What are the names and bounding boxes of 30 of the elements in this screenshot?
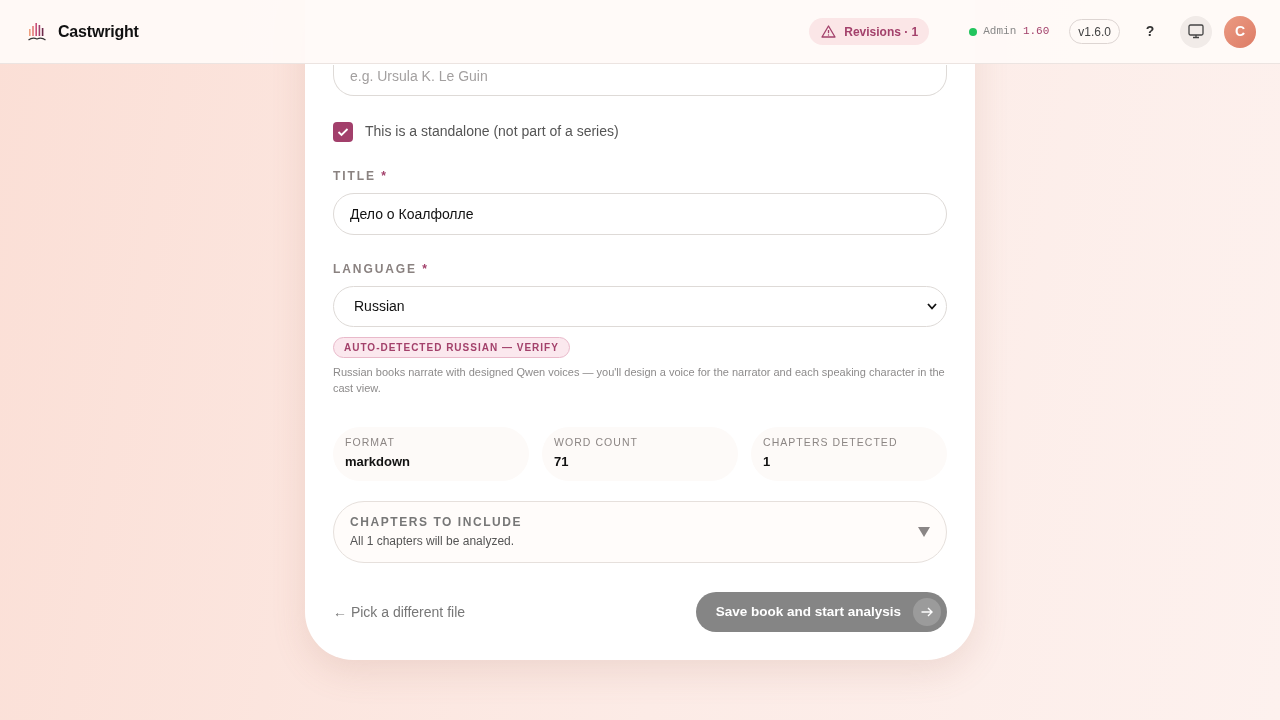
chevron-down-icon — [927, 303, 937, 310]
chapters-heading: CHAPTERS TO INCLUDE — [350, 515, 524, 530]
field-label: LANGUAGE * — [333, 262, 430, 276]
stat-value: 1 — [763, 454, 772, 470]
stat-label: CHAPTERS DETECTED — [763, 436, 899, 449]
logo-icon — [28, 22, 46, 41]
checkbox[interactable] — [333, 121, 353, 142]
chapters-summary: All 1 chapters will be analyzed. — [350, 534, 516, 549]
arrow-right-icon — [913, 598, 941, 626]
stat-value: 71 — [554, 454, 570, 470]
monitor-icon — [1188, 24, 1204, 39]
revisions-button[interactable]: Revisions · 1 — [809, 18, 930, 45]
display-button[interactable] — [1180, 15, 1212, 48]
chapters-panel[interactable]: CHAPTERS TO INCLUDE All 1 chapters will be analyzed. — [333, 501, 947, 563]
detected-language-badge: AUTO-DETECTED RUSSIAN — VERIFY — [333, 337, 570, 358]
check-icon — [337, 126, 349, 137]
author-field[interactable]: e.g. Ursula K. Le Guin — [333, 65, 947, 96]
help-button[interactable]: ? — [1139, 21, 1161, 42]
status-text: Admin 1.60 — [983, 24, 1050, 40]
language-select[interactable]: Russian — [333, 286, 947, 327]
checkbox-label: This is a standalone (not part of a series) — [365, 122, 619, 141]
field-label: TITLE * — [333, 169, 389, 183]
stat-value: markdown — [345, 454, 411, 470]
back-link[interactable]: ← Pick a different file — [333, 601, 466, 623]
stat-label: WORD COUNT — [554, 436, 639, 449]
warning-icon — [821, 25, 837, 38]
stat-label: FORMAT — [345, 436, 396, 449]
title-field[interactable]: Дело о Коалфолле — [333, 193, 947, 235]
language-note: Russian books narrate with designed Qwen voices — you'll design a voice for the narrator and each speaking character in the cast view. — [333, 365, 946, 396]
brand-name[interactable]: Castwright — [58, 19, 139, 44]
